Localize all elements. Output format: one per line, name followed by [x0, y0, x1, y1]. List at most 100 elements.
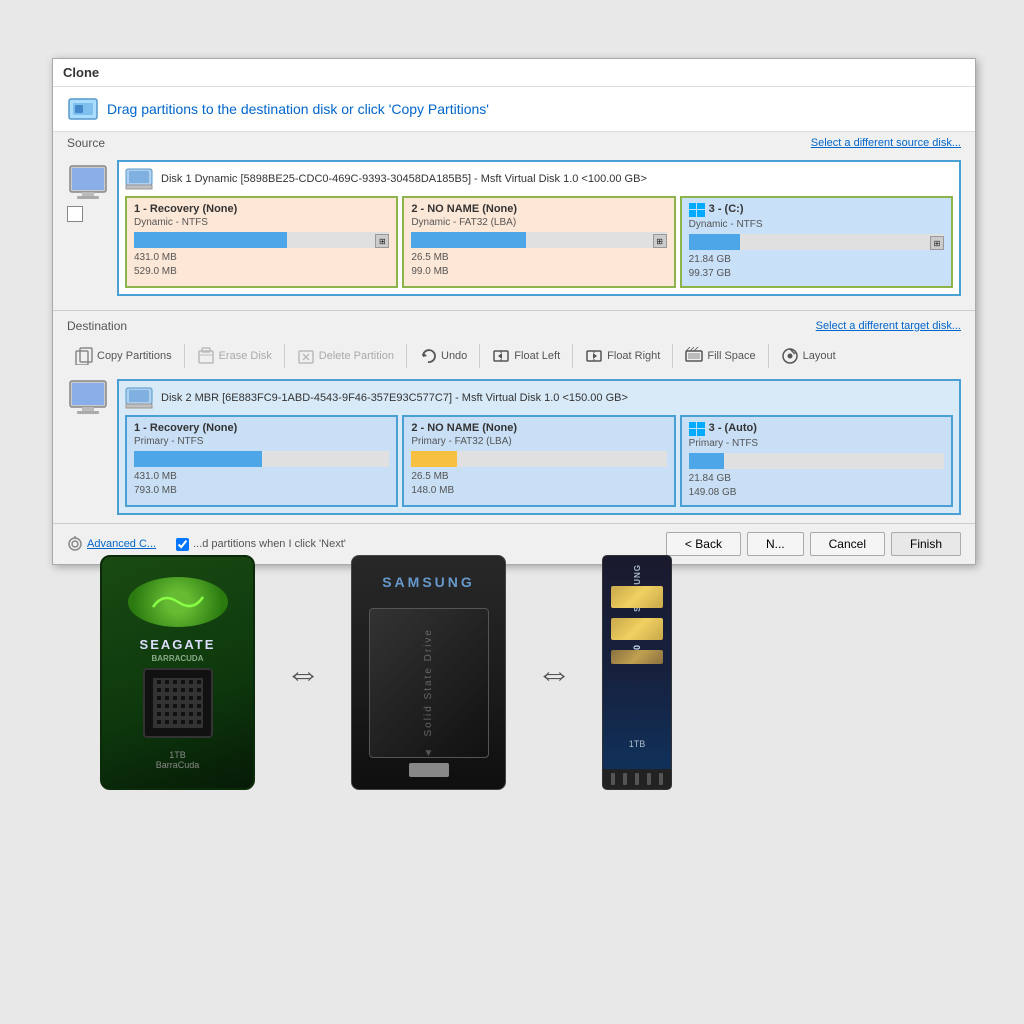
src-p1-type: Dynamic - NTFS	[134, 217, 389, 228]
source-disk-icon	[125, 168, 153, 190]
checkbox-row: ...d partitions when I click 'Next'	[176, 538, 346, 551]
ssd-connector	[409, 763, 449, 777]
auto-partition-checkbox[interactable]	[176, 538, 189, 551]
dest-p2-type: Primary - FAT32 (LBA)	[411, 436, 666, 447]
src-p1-id: 1 - Recovery (None)	[134, 203, 389, 215]
erase-disk-label: Erase Disk	[219, 350, 272, 362]
source-label: Source	[67, 136, 105, 150]
source-disk-name: Disk 1 Dynamic [5898BE25-CDC0-469C-9393-…	[161, 173, 647, 185]
source-disk-container: Disk 1 Dynamic [5898BE25-CDC0-469C-9393-…	[117, 160, 961, 296]
source-partition-3: 3 - (C:) Dynamic - NTFS ⊞ 21.84 GB 99.37…	[680, 196, 953, 288]
checkbox-label: ...d partitions when I click 'Next'	[193, 538, 346, 550]
next-button[interactable]: N...	[747, 532, 804, 556]
src-p3-type: Dynamic - NTFS	[689, 219, 944, 230]
nvme-pin	[635, 773, 639, 785]
dest-disk-name: Disk 2 MBR [6E883FC9-1ABD-4543-9F46-357E…	[161, 392, 628, 404]
nvme-drive: SAMSUNG 980 PRO 1TB	[602, 555, 672, 790]
float-right-button[interactable]: Float Right	[577, 343, 668, 369]
dest-p3-sizes: 21.84 GB 149.08 GB	[689, 472, 944, 500]
float-left-icon	[492, 347, 510, 365]
src-p1-bar-container: ⊞	[134, 232, 389, 248]
dest-p3-id: 3 - (Auto)	[709, 422, 757, 434]
advanced-link[interactable]: Advanced C...	[87, 538, 156, 550]
dest-disk-header: Disk 2 MBR [6E883FC9-1ABD-4543-9F46-357E…	[125, 387, 953, 409]
sep3	[406, 344, 407, 368]
ssd-visual: SAMSUNG Solid State Drive ▼	[351, 555, 506, 790]
dest-p3-bar-container	[689, 453, 944, 469]
nvme-connector	[603, 769, 671, 789]
finish-button[interactable]: Finish	[891, 532, 961, 556]
source-disk-header: Disk 1 Dynamic [5898BE25-CDC0-469C-9393-…	[125, 168, 953, 190]
dest-partition-2: 2 - NO NAME (None) Primary - FAT32 (LBA)…	[402, 415, 675, 507]
src-p3-header: 3 - (C:)	[689, 203, 944, 217]
dest-p2-bar	[411, 451, 457, 467]
drives-showcase: SEAGATE BARRACUDA 1TBBarraCuda ⇔ SAMSUNG…	[100, 555, 672, 790]
nvme-pin	[623, 773, 627, 785]
bottom-left: Advanced C... ...d partitions when I cli…	[67, 536, 346, 552]
toolbar: Copy Partitions Erase Disk Delete Partit	[67, 337, 961, 375]
undo-icon	[419, 347, 437, 365]
src-p2-id: 2 - NO NAME (None)	[411, 203, 666, 215]
monitor-icon-source	[67, 164, 109, 202]
dest-partition-1: 1 - Recovery (None) Primary - NTFS 431.0…	[125, 415, 398, 507]
copy-partitions-icon	[75, 347, 93, 365]
float-right-icon	[585, 347, 603, 365]
fill-space-button[interactable]: Fill Space	[677, 343, 763, 369]
delete-partition-button[interactable]: Delete Partition	[289, 343, 402, 369]
arrow-1: ⇔	[285, 652, 321, 694]
erase-disk-button[interactable]: Erase Disk	[189, 343, 280, 369]
destination-section: Destination Select a different target di…	[53, 310, 975, 523]
instruction-bar: Drag partitions to the destination disk …	[53, 87, 975, 132]
dest-side-icons	[67, 375, 109, 417]
dest-wrapper: Disk 2 MBR [6E883FC9-1ABD-4543-9F46-357E…	[67, 375, 961, 515]
seagate-svg	[148, 587, 208, 617]
src-p1-icon: ⊞	[375, 234, 389, 248]
dest-p3-header: 3 - (Auto)	[689, 422, 944, 436]
src-p1-sizes: 431.0 MB 529.0 MB	[134, 251, 389, 279]
src-p2-sizes: 26.5 MB 99.0 MB	[411, 251, 666, 279]
source-partition-1: 1 - Recovery (None) Dynamic - NTFS ⊞ 431…	[125, 196, 398, 288]
ssd-body-text: Solid State Drive	[423, 628, 434, 736]
dest-p2-id: 2 - NO NAME (None)	[411, 422, 666, 434]
cancel-button[interactable]: Cancel	[810, 532, 885, 556]
source-checkbox[interactable]	[67, 206, 83, 222]
sep4	[479, 344, 480, 368]
src-p1-bar	[134, 232, 287, 248]
layout-button[interactable]: Layout	[773, 343, 844, 369]
dest-p2-sizes: 26.5 MB 148.0 MB	[411, 470, 666, 498]
delete-partition-label: Delete Partition	[319, 350, 394, 362]
source-side-icons	[67, 160, 109, 222]
advanced-icon	[67, 536, 83, 552]
dest-p1-bar	[134, 451, 262, 467]
copy-partitions-label: Copy Partitions	[97, 350, 172, 362]
sep7	[768, 344, 769, 368]
select-target-link[interactable]: Select a different target disk...	[816, 320, 961, 332]
dest-p3-bar	[689, 453, 725, 469]
sep5	[572, 344, 573, 368]
dest-p1-id: 1 - Recovery (None)	[134, 422, 389, 434]
arrow-2: ⇔	[536, 652, 572, 694]
instruction-text: Drag partitions to the destination disk …	[107, 101, 489, 117]
dest-partitions-row: 1 - Recovery (None) Primary - NTFS 431.0…	[125, 415, 953, 507]
back-button[interactable]: < Back	[666, 532, 741, 556]
hdd-qr	[143, 668, 213, 738]
copy-partitions-button[interactable]: Copy Partitions	[67, 343, 180, 369]
nvme-size: 1TB	[629, 739, 646, 749]
float-left-label: Float Left	[514, 350, 560, 362]
sep1	[184, 344, 185, 368]
undo-button[interactable]: Undo	[411, 343, 475, 369]
sep6	[672, 344, 673, 368]
layout-icon	[781, 347, 799, 365]
disk-icon	[67, 95, 99, 123]
sep2	[284, 344, 285, 368]
src-p3-bar-container: ⊞	[689, 234, 944, 250]
source-section-header: Source Select a different source disk...	[67, 136, 961, 150]
hdd-drive: SEAGATE BARRACUDA 1TBBarraCuda	[100, 555, 255, 790]
destination-label: Destination	[67, 319, 127, 333]
dest-p2-bar-container	[411, 451, 666, 467]
main-window: Clone Drag partitions to the destination…	[52, 58, 976, 565]
float-left-button[interactable]: Float Left	[484, 343, 568, 369]
dest-disk-container: Disk 2 MBR [6E883FC9-1ABD-4543-9F46-357E…	[117, 379, 961, 515]
select-source-link[interactable]: Select a different source disk...	[811, 137, 961, 149]
undo-label: Undo	[441, 350, 467, 362]
